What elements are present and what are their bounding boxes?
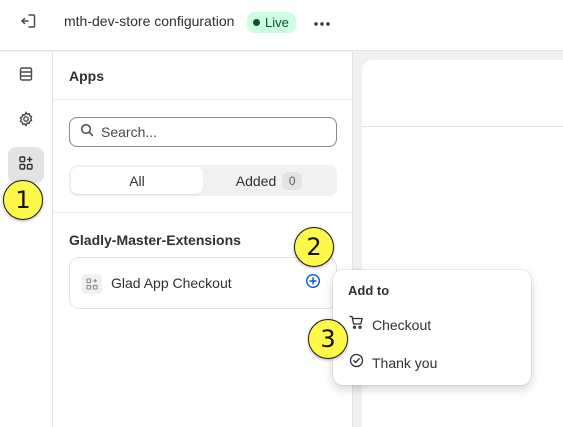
rail-sections-button[interactable]: [8, 58, 44, 94]
top-bar: mth-dev-store configuration Live: [0, 0, 563, 51]
sections-icon: [18, 66, 34, 87]
step-callout-1: 1: [3, 180, 43, 220]
search-input[interactable]: [101, 124, 321, 140]
step-callout-3: 3: [308, 319, 348, 359]
add-to-checkout-item[interactable]: Checkout: [339, 310, 525, 340]
apps-icon: [18, 155, 34, 176]
tab-added[interactable]: Added 0: [203, 167, 335, 194]
more-actions-button[interactable]: [311, 11, 333, 33]
rail-apps-button[interactable]: [8, 147, 44, 183]
tab-all[interactable]: All: [71, 167, 203, 194]
app-blocks-icon: [82, 274, 102, 294]
add-to-popover: Add to Checkout Thank you: [333, 270, 531, 385]
icon-rail: [0, 52, 53, 427]
plus-circle-icon: [305, 273, 321, 294]
group-title: Gladly-Master-Extensions: [69, 232, 241, 248]
step-callout-2: 2: [294, 227, 334, 267]
more-horizontal-icon: [314, 13, 330, 31]
added-count-badge: 0: [282, 171, 303, 190]
rail-settings-button[interactable]: [8, 103, 44, 139]
popover-title: Add to: [348, 283, 390, 298]
app-name: Glad App Checkout: [111, 275, 232, 291]
settings-icon: [18, 110, 34, 132]
status-badge: Live: [247, 12, 296, 33]
exit-button[interactable]: [16, 11, 40, 35]
add-to-thank-you-item[interactable]: Thank you: [339, 348, 525, 378]
add-app-button[interactable]: [304, 273, 322, 294]
menu-item-label: Thank you: [372, 355, 438, 371]
check-circle-icon: [349, 353, 364, 373]
search-icon: [80, 123, 94, 142]
status-badge-label: Live: [265, 15, 289, 30]
tab-all-label: All: [129, 172, 145, 189]
status-dot-icon: [253, 19, 260, 26]
page-title: mth-dev-store configuration: [64, 13, 235, 29]
divider: [53, 212, 353, 213]
filter-tabs: All Added 0: [69, 165, 337, 196]
panel-title: Apps: [53, 52, 352, 100]
preview-divider: [362, 126, 563, 127]
exit-icon: [19, 12, 37, 35]
tab-added-label: Added: [235, 172, 277, 189]
app-card: Glad App Checkout: [69, 257, 337, 309]
search-field[interactable]: [69, 117, 337, 147]
menu-item-label: Checkout: [372, 317, 432, 333]
cart-icon: [349, 315, 364, 335]
